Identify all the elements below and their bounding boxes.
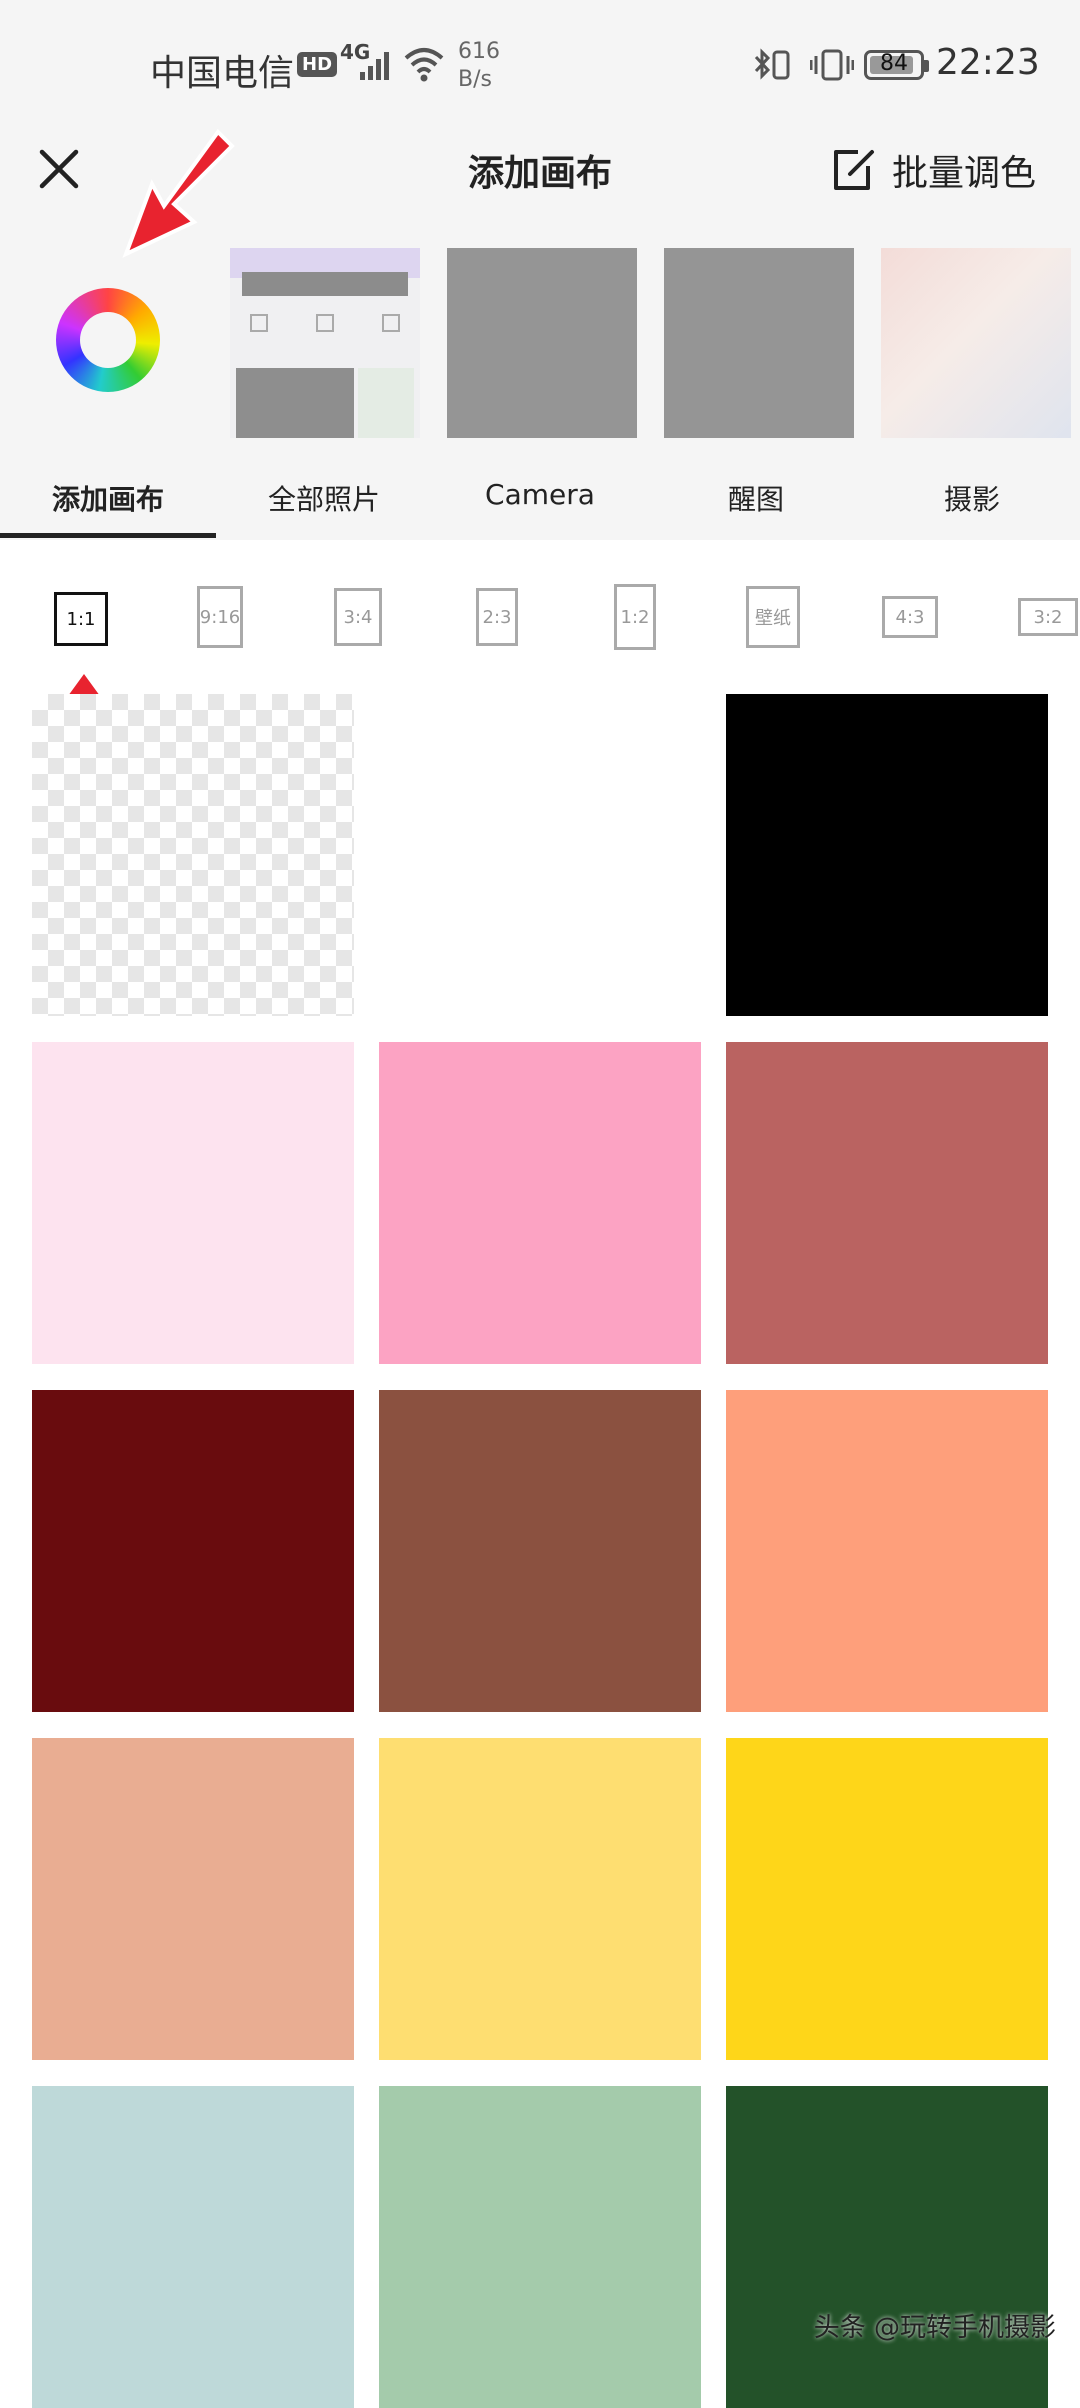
photo-thumbnail[interactable] xyxy=(664,248,854,438)
network-speed: 616 B/s xyxy=(458,38,500,94)
annotation-arrow-down xyxy=(122,128,235,258)
hd-badge: HD xyxy=(297,52,338,77)
ratio-4-3[interactable]: 4:3 xyxy=(882,596,938,638)
tab-photography[interactable]: 摄影 xyxy=(864,478,1080,518)
carrier-label: 中国电信 xyxy=(150,53,295,94)
color-swatch[interactable] xyxy=(726,694,1048,1016)
vibrate-icon xyxy=(810,49,854,81)
status-bar: 中国电信 HD 4G 616 B/s 84 22:23 xyxy=(0,0,1080,130)
ratio-3-2[interactable]: 3:2 xyxy=(1018,598,1078,636)
watermark: 头条 @玩转手机摄影 xyxy=(813,2313,1056,2343)
tab-xingtu[interactable]: 醒图 xyxy=(648,478,864,518)
wifi-icon xyxy=(404,48,444,82)
tab-bar: 添加画布 全部照片 Camera 醒图 摄影 xyxy=(0,460,1080,540)
batch-color-button[interactable]: 批量调色 xyxy=(828,144,1036,196)
color-swatch[interactable] xyxy=(32,1738,354,2060)
ratio-2-3[interactable]: 2:3 xyxy=(476,588,518,646)
ratio-wallpaper[interactable]: 壁纸 xyxy=(746,586,800,648)
ratio-3-4[interactable]: 3:4 xyxy=(334,588,382,646)
status-time: 22:23 xyxy=(936,42,1040,83)
signal-icon xyxy=(360,52,389,80)
active-tab-indicator xyxy=(0,533,216,538)
tab-add-canvas[interactable]: 添加画布 xyxy=(0,478,216,518)
aspect-ratio-bar: 1:1 9:16 3:4 2:3 1:2 壁纸 4:3 3:2 xyxy=(0,580,1080,660)
bluetooth-icon xyxy=(754,48,790,80)
color-swatch[interactable] xyxy=(379,1390,701,1712)
battery-level: 84 xyxy=(880,51,908,76)
photo-thumbnail[interactable] xyxy=(881,248,1071,438)
color-swatch[interactable] xyxy=(32,2086,354,2408)
color-swatch[interactable] xyxy=(726,1738,1048,2060)
ratio-9-16[interactable]: 9:16 xyxy=(197,586,243,648)
photo-thumbnail[interactable] xyxy=(230,248,420,438)
speed-value: 616 xyxy=(458,39,500,64)
color-swatch[interactable] xyxy=(32,1390,354,1712)
color-swatch[interactable] xyxy=(379,694,701,1016)
photo-thumbnail[interactable] xyxy=(447,248,637,438)
color-wheel-icon[interactable] xyxy=(56,288,160,392)
tab-all-photos[interactable]: 全部照片 xyxy=(216,478,432,518)
color-swatch[interactable] xyxy=(726,2086,1048,2408)
color-swatch[interactable] xyxy=(32,694,354,1016)
color-swatch[interactable] xyxy=(726,1042,1048,1364)
color-swatch[interactable] xyxy=(726,1390,1048,1712)
photo-strip xyxy=(0,240,1080,460)
ratio-1-2[interactable]: 1:2 xyxy=(614,584,656,650)
color-swatch[interactable] xyxy=(32,1042,354,1364)
battery-icon: 84 xyxy=(864,50,929,80)
ratio-1-1[interactable]: 1:1 xyxy=(54,592,108,646)
color-swatch[interactable] xyxy=(379,2086,701,2408)
speed-unit: B/s xyxy=(458,67,492,92)
color-swatch[interactable] xyxy=(379,1738,701,2060)
color-swatch[interactable] xyxy=(379,1042,701,1364)
batch-color-label: 批量调色 xyxy=(891,153,1036,194)
edit-icon xyxy=(833,150,874,190)
tab-camera[interactable]: Camera xyxy=(432,478,648,511)
